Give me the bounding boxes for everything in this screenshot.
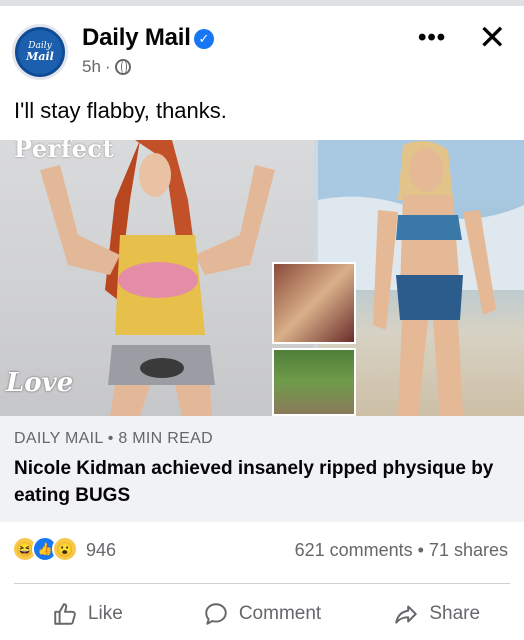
share-arrow-icon (395, 605, 418, 624)
page-name[interactable]: Daily Mail (82, 24, 191, 52)
reaction-count[interactable]: 946 (86, 540, 116, 561)
post-meta: 5h · (82, 57, 131, 77)
inset-photo-running (272, 348, 356, 416)
share-button[interactable]: Share (349, 594, 524, 634)
page-avatar[interactable]: Daily Mail (12, 24, 68, 80)
magazine-cover-image: Perfect Love (0, 140, 314, 416)
more-options-icon[interactable]: ••• (418, 24, 446, 52)
verified-badge-icon: ✓ (194, 29, 214, 49)
thumbs-up-icon (54, 603, 76, 625)
avatar-logo-bottom: Mail (26, 50, 54, 63)
action-bar: Like Comment Share (0, 594, 524, 634)
post-time[interactable]: 5h (82, 57, 101, 77)
globe-icon (114, 59, 131, 75)
post-caption: I'll stay flabby, thanks. (14, 98, 227, 123)
avatar-logo: Daily Mail (18, 30, 62, 74)
like-button[interactable]: Like (0, 594, 175, 634)
like-label: Like (87, 603, 123, 624)
comment-icon (205, 603, 227, 625)
close-icon[interactable]: ✕ (478, 18, 507, 58)
comment-button[interactable]: Comment (175, 594, 350, 634)
comments-shares-count[interactable]: 621 comments • 71 shares (295, 540, 508, 561)
comment-label: Comment (238, 603, 322, 624)
link-preview-image[interactable]: Perfect Love (0, 140, 524, 416)
engagement-stats: 😆 👍 😮 946 621 comments • 71 shares (0, 536, 524, 570)
inset-photo-eating (272, 262, 356, 344)
cover-title: Perfect (14, 140, 115, 163)
share-label: Share (429, 603, 481, 624)
link-domain: DAILY MAIL • 8 MIN READ (14, 430, 213, 447)
action-divider (14, 583, 510, 584)
post-header: Daily Mail Daily Mail ✓ 5h · ••• ✕ (0, 6, 524, 84)
meta-separator: · (104, 57, 111, 76)
cover-love-text: Love (6, 368, 74, 398)
link-headline[interactable]: Nicole Kidman achieved insanely ripped p… (14, 455, 494, 509)
wow-reaction-icon: 😮 (52, 536, 78, 562)
reaction-icons[interactable]: 😆 👍 😮 (12, 536, 78, 562)
